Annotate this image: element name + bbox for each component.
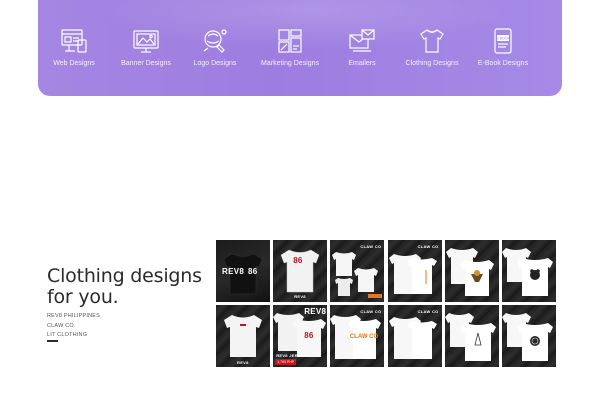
shirt-image: CLAW CO [330,315,382,359]
ebook-icon-text: E-BOOK [496,37,511,41]
clothing-gallery: REV8 86 86 REV8 CLAW CO CLAW CO REV8 86 … [216,240,556,367]
ebook-icon: E-BOOK [494,28,512,54]
section-heading: Clothing designs for you. [47,266,202,308]
shirt-image [445,248,494,296]
web-design-icon [61,29,87,53]
heading-line-2: for you. [47,286,119,308]
gallery-tile-rev8-front[interactable]: REV8 [216,305,270,367]
brand-item: REV8 PHILIPPINES [47,313,101,319]
shirt-set-image [332,252,383,298]
category-label: E-Book Designs [477,60,529,67]
banner-design-icon [133,30,159,53]
jersey-image [280,249,320,293]
emailer-icon [349,29,375,52]
brand-item: CLAW CO. [47,322,76,329]
shirt-image [388,317,437,359]
category-marketing-designs[interactable]: Marketing Designs [254,26,326,67]
gallery-tile-rev8-white[interactable]: 86 REV8 [273,240,328,302]
rev8-text: REV8 [222,267,245,276]
gallery-tile-rev8-promo[interactable]: 86 REV8 REV8 JERSEY 1,799 PHP [273,305,328,367]
clawco-print-text: CLAW CO [350,334,379,340]
heading-underline [47,340,58,342]
gallery-tile-clawco-print[interactable]: CLAW CO CLAW CO [330,305,385,367]
category-banner-designs[interactable]: Banner Designs [110,26,182,67]
heading-line-1: Clothing designs [47,265,202,287]
category-label: Web Designs [53,60,95,67]
gallery-tile-clawco-plain[interactable]: CLAW CO [387,305,442,367]
rev8-text: REV8 [304,307,327,316]
gallery-tile-lit-badge[interactable] [501,305,556,367]
tshirt-icon [420,29,444,53]
category-logo-designs[interactable]: Logo Designs [179,26,251,67]
gallery-tile-clawco-pair[interactable]: CLAW CO [387,240,442,302]
category-label: Clothing Designs [405,60,459,67]
shirt-image [444,313,496,361]
jersey-number: 86 [248,267,258,276]
shirt-image [501,313,553,361]
gallery-tile-clawco-set[interactable]: CLAW CO [330,240,385,302]
shirt-pair-image [388,254,437,294]
rev8-text: REV8 [294,294,306,299]
category-banner: Web Designs Banner Designs Logo Designs … [38,0,562,96]
category-web-designs[interactable]: Web Designs [38,26,110,67]
category-label: Marketing Designs [261,60,319,67]
clawco-text: CLAW CO [417,244,439,249]
category-label: Banner Designs [121,60,171,67]
shirt-image [501,248,553,296]
price-badge: 1,799 PHP [275,359,297,365]
brand-list: REV8 PHILIPPINES CLAW CO. LIT CLOTHING [47,312,100,341]
gallery-tile-lit-bear[interactable] [501,240,556,302]
gallery-tile-lit-emblem[interactable] [444,240,499,302]
jersey-number: 86 [304,331,314,340]
marketing-design-icon [278,29,302,53]
rev8-jersey-text: REV8 JERSEY [276,353,307,358]
jersey-number: 86 [293,256,303,265]
category-label: Logo Designs [193,60,237,67]
category-clothing-designs[interactable]: Clothing Designs [396,26,468,67]
gallery-tile-lit-pendant[interactable] [444,305,499,367]
logo-design-icon [203,29,227,53]
category-label: Emailers [348,60,376,67]
clawco-text: CLAW CO [360,244,382,249]
category-emailers[interactable]: Emailers [326,26,398,67]
category-ebook-designs[interactable]: E-BOOK E-Book Designs [467,26,539,67]
gallery-tile-rev8-black[interactable]: REV8 86 [216,240,270,302]
shirt-image [224,315,262,357]
clawco-text: CLAW CO [417,309,439,314]
rev8-text: REV8 [237,360,249,365]
clawco-text: CLAW CO [360,309,382,314]
